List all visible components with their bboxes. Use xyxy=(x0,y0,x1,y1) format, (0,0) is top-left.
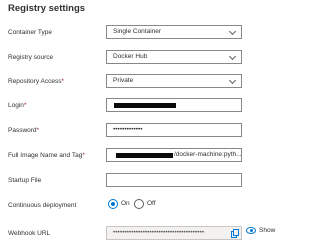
repository-access-select[interactable]: Private xyxy=(106,74,242,88)
login-input[interactable] xyxy=(106,98,242,112)
radio-on[interactable] xyxy=(108,199,118,209)
required-marker: * xyxy=(36,127,40,134)
registry-source-value: Docker Hub xyxy=(113,53,148,60)
redacted-image-prefix xyxy=(116,153,173,158)
section-title: Registry settings xyxy=(8,3,86,14)
login-row: Login* xyxy=(0,98,300,116)
registry-source-select[interactable]: Docker Hub xyxy=(106,50,242,64)
startup-file-label: Startup File xyxy=(8,177,42,184)
password-value: ••••••••••••• xyxy=(113,126,143,133)
container-type-value: Single Container xyxy=(113,28,162,35)
login-label: Login* xyxy=(8,102,26,109)
required-marker: * xyxy=(82,152,85,159)
password-label-text: Password xyxy=(8,127,37,134)
password-label: Password* xyxy=(8,127,39,134)
registry-source-row: Registry source Docker Hub xyxy=(0,50,300,68)
repository-access-label-text: Repository Access xyxy=(8,78,62,85)
radio-on-label[interactable]: On xyxy=(121,200,130,207)
chevron-down-icon xyxy=(228,76,237,85)
container-type-select[interactable]: Single Container xyxy=(106,25,242,39)
repository-access-label: Repository Access* xyxy=(8,78,64,85)
registry-source-label: Registry source xyxy=(8,54,54,61)
webhook-url-value: •••••••••••••••••••••••••••••••••••••••• xyxy=(113,229,205,236)
image-tag-input[interactable]: /docker-machine:pyth... xyxy=(106,148,242,162)
webhook-url-label: Webhook URL xyxy=(8,230,51,237)
radio-off-label[interactable]: Off xyxy=(147,200,156,207)
login-label-text: Login xyxy=(8,102,24,109)
container-type-label: Container Type xyxy=(8,29,52,36)
password-input[interactable]: ••••••••••••• xyxy=(106,123,242,137)
radio-off[interactable] xyxy=(134,199,144,209)
webhook-url-field[interactable]: •••••••••••••••••••••••••••••••••••••••• xyxy=(106,226,242,240)
image-tag-label: Full Image Name and Tag* xyxy=(8,152,85,159)
chevron-down-icon xyxy=(228,52,237,61)
show-button[interactable]: Show xyxy=(246,227,275,239)
image-tag-label-text: Full Image Name and Tag xyxy=(8,152,83,159)
redacted-login-value xyxy=(114,103,176,108)
continuous-deployment-row: Continuous deployment On Off xyxy=(0,198,300,216)
startup-file-row: Startup File xyxy=(0,173,300,191)
show-label: Show xyxy=(259,227,276,235)
continuous-deployment-label: Continuous deployment xyxy=(8,202,77,209)
image-tag-row: Full Image Name and Tag* /docker-machine… xyxy=(0,148,300,166)
repository-access-row: Repository Access* Private xyxy=(0,74,300,92)
webhook-url-row: Webhook URL ••••••••••••••••••••••••••••… xyxy=(0,226,300,244)
required-marker: * xyxy=(23,102,27,109)
eye-icon xyxy=(246,227,256,234)
required-marker: * xyxy=(61,78,64,85)
startup-file-input[interactable] xyxy=(106,173,242,187)
copy-icon[interactable] xyxy=(231,229,239,238)
image-tag-value: /docker-machine:pyth... xyxy=(174,151,242,158)
repository-access-value: Private xyxy=(113,77,134,84)
container-type-row: Container Type Single Container xyxy=(0,25,300,43)
chevron-down-icon xyxy=(228,27,237,36)
password-row: Password* ••••••••••••• xyxy=(0,123,300,141)
